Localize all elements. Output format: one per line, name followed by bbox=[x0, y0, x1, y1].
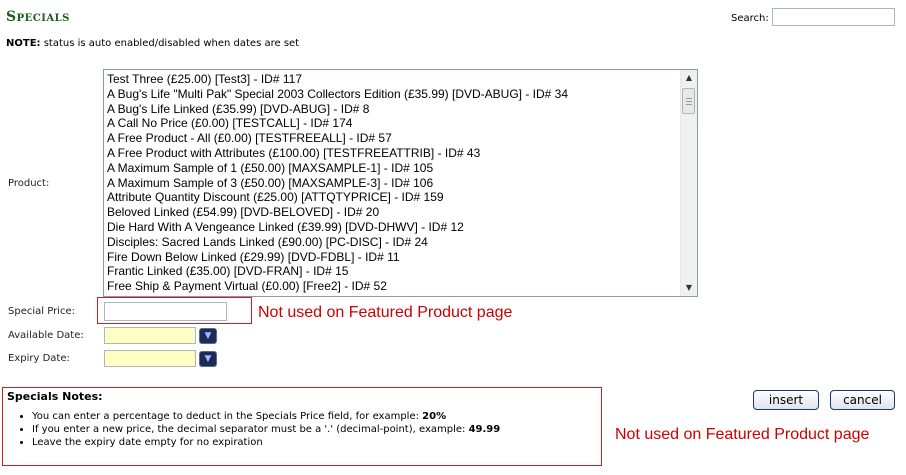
note-item-text: Leave the expiry date empty for no expir… bbox=[32, 437, 263, 448]
product-option[interactable]: Die Hard With A Vengeance Linked (£39.99… bbox=[107, 220, 697, 235]
note-text: status is auto enabled/disabled when dat… bbox=[40, 38, 300, 49]
product-option[interactable]: Disciples: Sacred Lands Linked (£90.00) … bbox=[107, 235, 697, 250]
expiry-date-input[interactable] bbox=[104, 350, 196, 367]
note-item-text: You can enter a percentage to deduct in … bbox=[32, 411, 423, 422]
product-option[interactable]: Attribute Quantity Discount (£25.00) [AT… bbox=[107, 190, 697, 205]
special-price-input[interactable] bbox=[104, 302, 227, 321]
product-option[interactable]: Frantic Linked (£35.00) [DVD-FRAN] - ID#… bbox=[107, 264, 697, 279]
note-item-text: If you enter a new price, the decimal se… bbox=[32, 424, 469, 435]
product-option[interactable]: Test Three (£25.00) [Test3] - ID# 117 bbox=[107, 72, 697, 87]
note-item-example: 20% bbox=[422, 411, 447, 422]
product-option[interactable]: A Bug's Life Linked (£35.99) [DVD-ABUG] … bbox=[107, 102, 697, 117]
product-list: Test Three (£25.00) [Test3] - ID# 117 A B… bbox=[104, 70, 697, 294]
page-title: Specials bbox=[6, 9, 70, 25]
scroll-up-icon[interactable]: ▲ bbox=[681, 70, 697, 86]
note-prefix: NOTE: bbox=[6, 38, 41, 49]
scroll-down-icon[interactable]: ▼ bbox=[681, 280, 697, 296]
product-option[interactable]: A Maximum Sample of 1 (£50.00) [MAXSAMPL… bbox=[107, 161, 697, 176]
price-annotation: Not used on Featured Product page bbox=[258, 304, 513, 321]
special-price-label: Special Price: bbox=[8, 306, 75, 317]
cancel-button[interactable]: cancel bbox=[830, 390, 895, 410]
search-input[interactable] bbox=[772, 8, 895, 26]
expiry-date-calendar-icon[interactable]: ▼ bbox=[199, 351, 217, 367]
product-option[interactable]: Fire Down Below Linked (£29.99) [DVD-FDB… bbox=[107, 250, 697, 265]
note-item: You can enter a percentage to deduct in … bbox=[32, 410, 500, 423]
specials-notes-title: Specials Notes: bbox=[7, 390, 103, 403]
insert-button[interactable]: insert bbox=[753, 390, 819, 410]
product-option[interactable]: A Free Product with Attributes (£100.00)… bbox=[107, 146, 697, 161]
product-label: Product: bbox=[8, 178, 50, 189]
product-listbox[interactable]: Test Three (£25.00) [Test3] - ID# 117 A B… bbox=[103, 69, 698, 297]
search-label: Search: bbox=[731, 13, 769, 24]
notes-annotation: Not used on Featured Product page bbox=[615, 426, 870, 443]
available-date-input[interactable] bbox=[104, 327, 196, 344]
available-date-label: Available Date: bbox=[8, 330, 84, 341]
expiry-date-label: Expiry Date: bbox=[8, 353, 70, 364]
product-option[interactable]: Beloved Linked (£54.99) [DVD-BELOVED] - … bbox=[107, 205, 697, 220]
product-scrollbar[interactable]: ▲ ▼ bbox=[680, 70, 697, 296]
product-option[interactable]: A Call No Price (£0.00) [TESTCALL] - ID#… bbox=[107, 116, 697, 131]
product-option[interactable]: A Maximum Sample of 3 (£50.00) [MAXSAMPL… bbox=[107, 176, 697, 191]
note-item: If you enter a new price, the decimal se… bbox=[32, 423, 500, 436]
note-item-example: 49.99 bbox=[468, 424, 501, 435]
note-item: Leave the expiry date empty for no expir… bbox=[32, 436, 500, 449]
product-option[interactable]: Free Ship & Payment Virtual (£0.00) [Fre… bbox=[107, 279, 697, 294]
product-option[interactable]: A Free Product - All (£0.00) [TESTFREEAL… bbox=[107, 131, 697, 146]
available-date-calendar-icon[interactable]: ▼ bbox=[199, 328, 217, 344]
specials-notes-list: You can enter a percentage to deduct in … bbox=[14, 410, 500, 449]
scroll-thumb[interactable] bbox=[682, 88, 695, 114]
product-option[interactable]: A Bug's Life "Multi Pak" Special 2003 Co… bbox=[107, 87, 697, 102]
status-note: NOTE: status is auto enabled/disabled wh… bbox=[6, 38, 299, 49]
